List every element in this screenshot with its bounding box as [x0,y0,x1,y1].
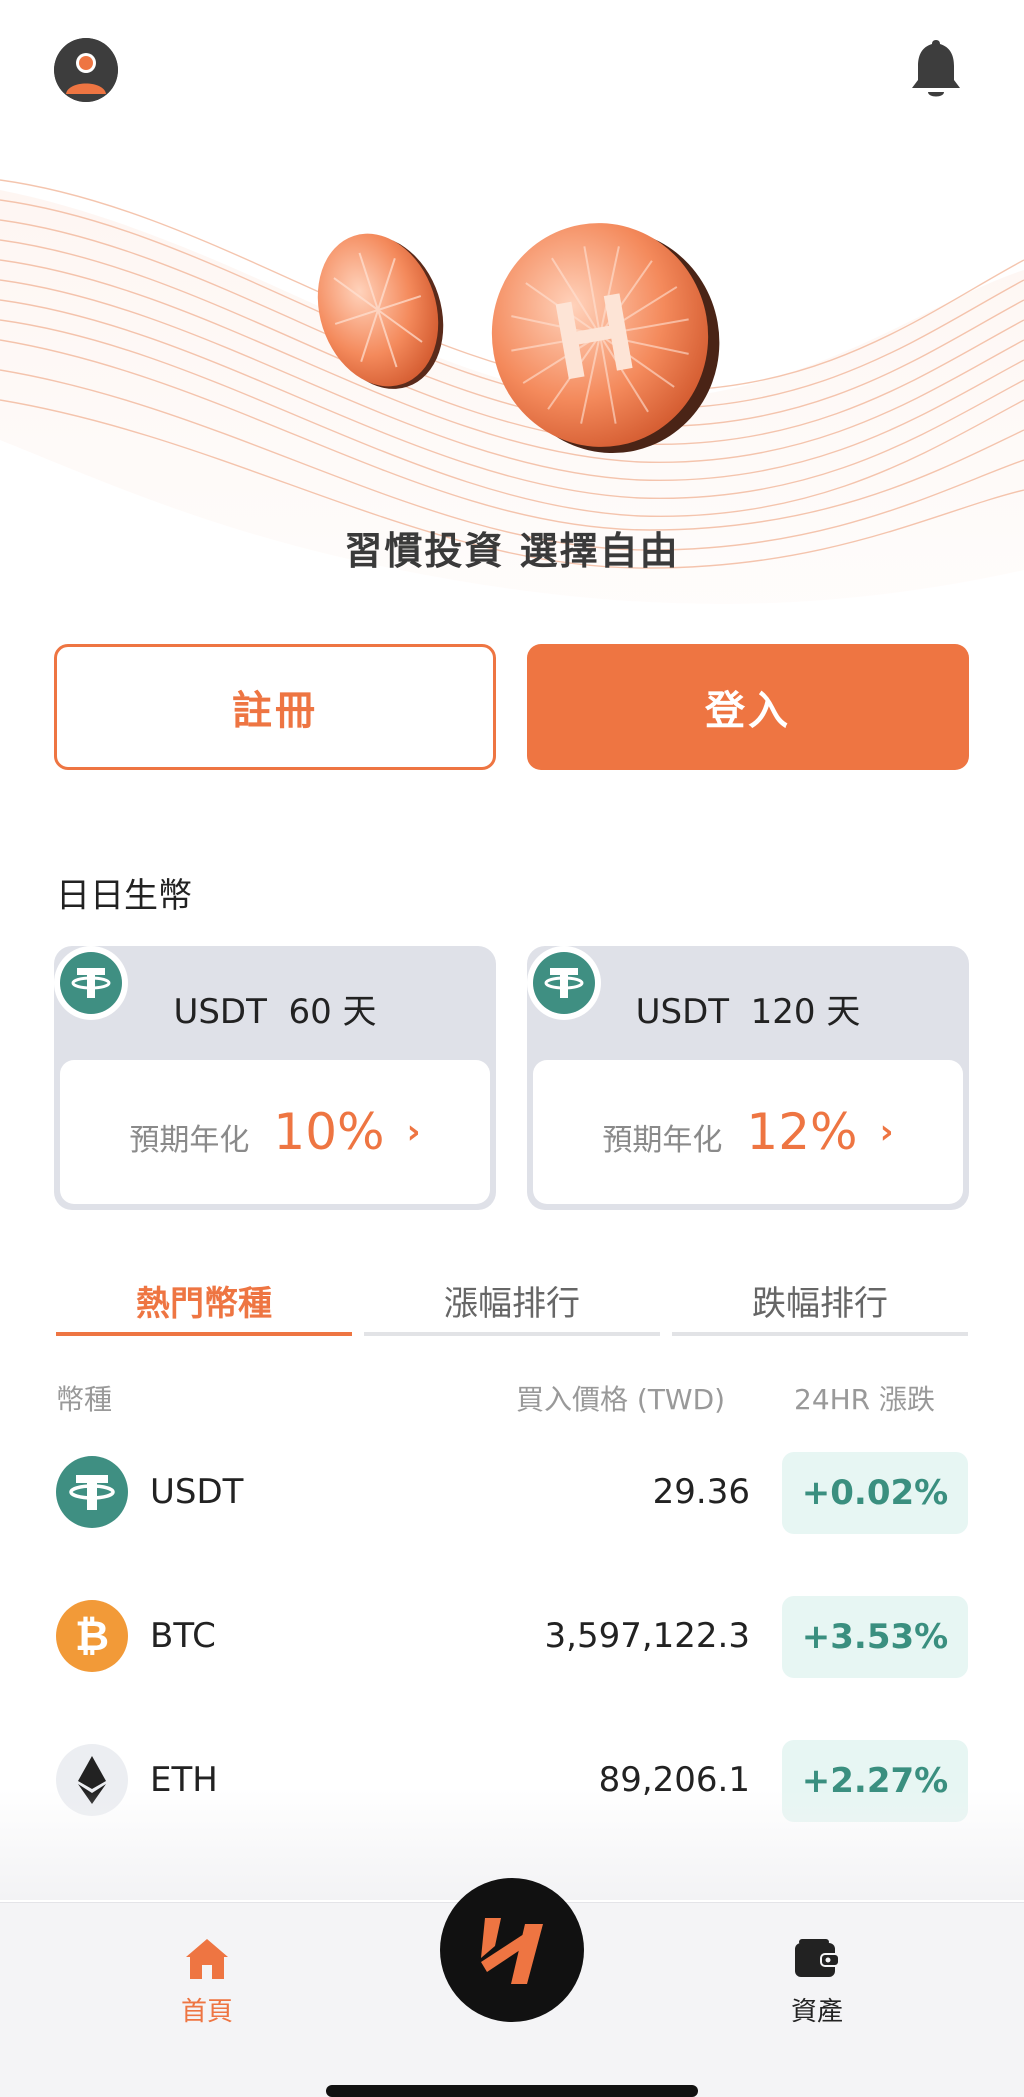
expected-apy-label: 預期年化 [602,1123,723,1158]
coin-symbol: USDT [150,1472,244,1512]
staking-card-title: USDT 120 天 [635,992,861,1032]
login-button[interactable]: 登入 [527,644,969,770]
hero-slogan: 習慣投資 選擇自由 [344,529,680,573]
staking-card-body[interactable]: 預期年化 10% › [60,1060,490,1204]
column-header-change: 24HR 漲跌 [794,1383,936,1416]
column-header-coin: 幣種 [56,1383,113,1416]
tab-underline [56,1332,352,1336]
coin-price: 29.36 [652,1472,750,1512]
center-logo-button[interactable] [440,1878,584,2022]
tab-underline [364,1332,660,1336]
coin-price: 3,597,122.3 [544,1616,750,1656]
tab-label: 跌幅排行 [752,1284,888,1324]
nav-home[interactable]: 首頁 [137,1937,277,2028]
tether-icon [56,1456,128,1528]
bitcoin-icon: ₿ [56,1600,128,1672]
home-icon [186,1939,228,1979]
coin-change-badge: +3.53% [782,1596,968,1678]
expected-apy-label: 預期年化 [129,1123,250,1158]
tab-label: 熱門幣種 [136,1284,272,1324]
market-tabs: 熱門幣種 漲幅排行 跌幅排行 [56,1276,968,1336]
nav-home-label: 首頁 [180,1997,233,2027]
coin-symbol: BTC [150,1616,216,1656]
brand-logo-icon [481,1918,543,1984]
nav-assets[interactable]: 資產 [747,1937,887,2028]
expected-apy-value: 10% [273,1103,385,1161]
tab-top-gainers[interactable]: 漲幅排行 [364,1276,660,1336]
wallet-icon [795,1939,840,1977]
market-row[interactable]: USDT 29.36 +0.02% [0,1452,1024,1536]
chevron-right-icon: › [879,1112,894,1152]
staking-card-body[interactable]: 預期年化 12% › [533,1060,963,1204]
column-header-price: 買入價格 (TWD) [516,1383,726,1416]
staking-card-120[interactable]: USDT 120 天 預期年化 12% › [527,946,969,1210]
user-avatar-icon[interactable] [54,38,118,102]
staking-card-title: USDT 60 天 [173,992,377,1032]
tab-label: 漲幅排行 [444,1284,580,1324]
svg-text:₿: ₿ [75,1611,109,1660]
tab-top-losers[interactable]: 跌幅排行 [672,1276,968,1336]
tab-hot-coins[interactable]: 熱門幣種 [56,1276,352,1336]
home-indicator [326,2085,698,2097]
expected-apy-value: 12% [746,1103,858,1161]
coin-change-badge: +0.02% [782,1452,968,1534]
bell-icon[interactable] [906,36,966,102]
staking-card-60[interactable]: USDT 60 天 預期年化 10% › [54,946,496,1210]
register-button[interactable]: 註冊 [54,644,496,770]
staking-section-title: 日日生幣 [56,876,192,916]
chevron-right-icon: › [406,1112,421,1152]
top-bar [0,0,1024,140]
tab-underline [672,1332,968,1336]
nav-assets-label: 資產 [790,1997,843,2027]
market-row[interactable]: ₿ BTC 3,597,122.3 +3.53% [0,1596,1024,1680]
